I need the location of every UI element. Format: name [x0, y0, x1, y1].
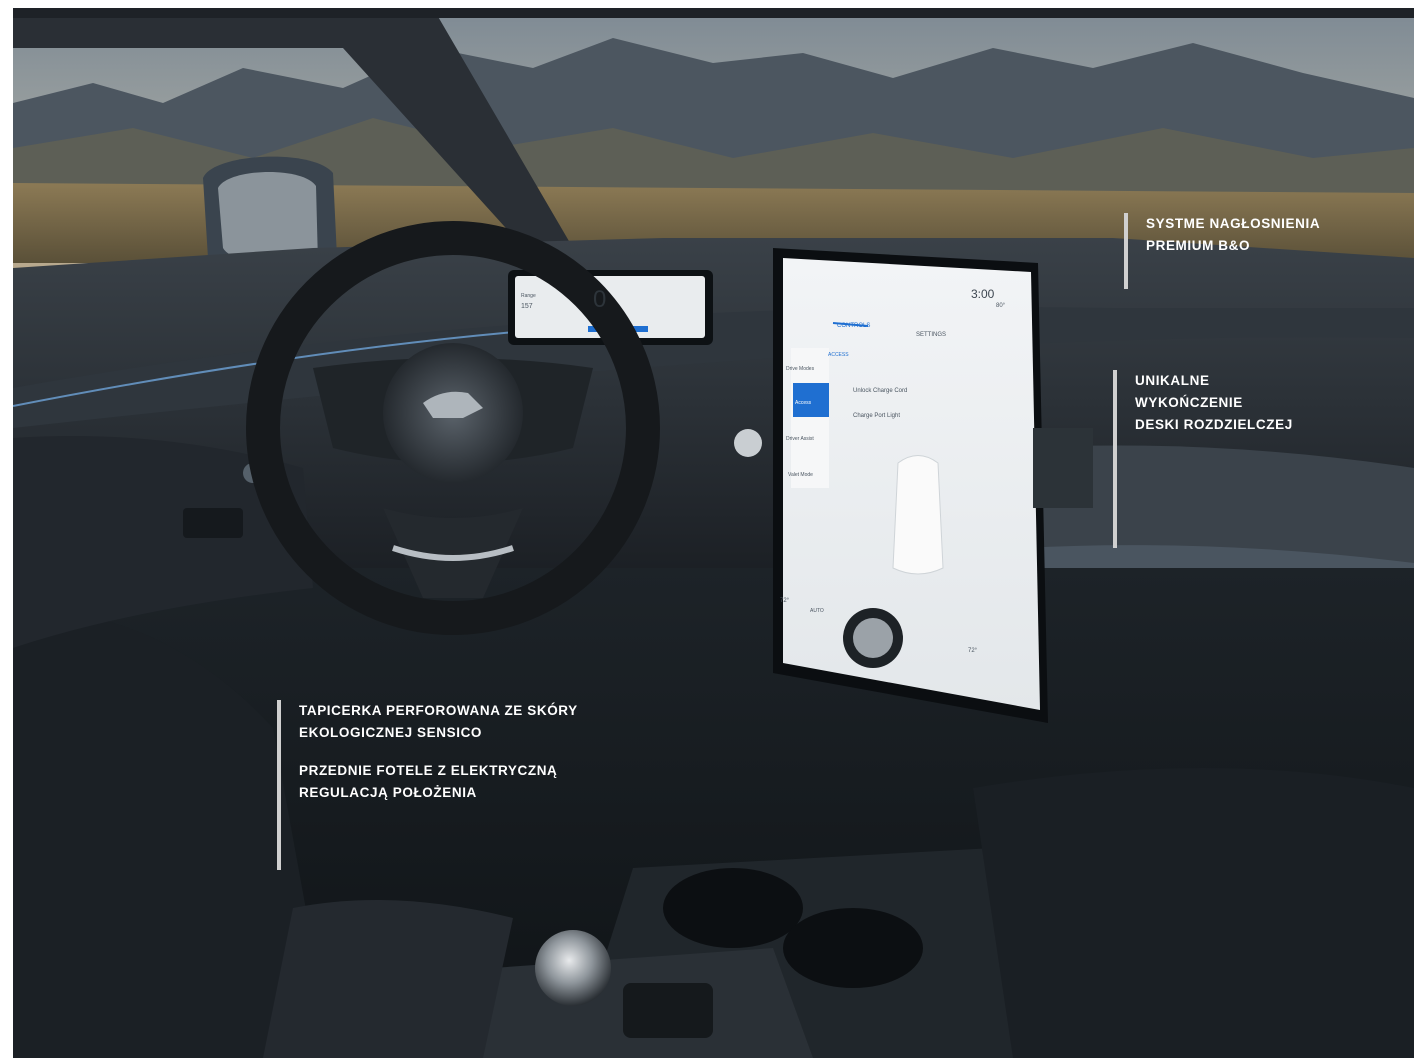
menu-drive-modes[interactable]: Drive Modes [786, 366, 814, 372]
right-temp: 72° [968, 648, 978, 654]
callout-audio-line2: PREMIUM B&O [1146, 238, 1251, 253]
cluster-speed: 0 [593, 286, 607, 313]
callout-seats-b1: PRZEDNIE FOTELE Z ELEKTRYCZNĄ [299, 763, 558, 778]
callout-bar [1113, 370, 1117, 548]
left-temp: 72° [780, 598, 790, 604]
cluster-range-label: Range [521, 293, 536, 299]
callout-seats-a2: EKOLOGICZNEJ SENSICO [299, 725, 483, 740]
menu-access[interactable]: Access [795, 400, 811, 406]
callout-bar [277, 700, 281, 870]
menu-driver-assist[interactable]: Driver Assist [786, 436, 814, 442]
cluster-range-value: 157 [521, 303, 533, 310]
menu-valet-mode[interactable]: Valet Mode [788, 472, 813, 478]
screen-time: 3:00 [971, 287, 995, 301]
callout-dash-line2: WYKOŃCZENIE [1135, 395, 1243, 410]
callout-dashboard-finish: UNIKALNE WYKOŃCZENIE DESKI ROZDZIELCZEJ [1113, 370, 1373, 550]
auto-label[interactable]: AUTO [810, 608, 824, 614]
callout-seats-a1: TAPICERKA PERFOROWANA ZE SKÓRY [299, 703, 578, 718]
callout-audio-system: SYSTME NAGŁOSNIENIA PREMIUM B&O [1124, 213, 1384, 289]
screen-temp-status: 80° [996, 303, 1006, 309]
callout-audio-line1: SYSTME NAGŁOSNIENIA [1146, 216, 1321, 231]
tab-controls[interactable]: CONTROLS [837, 323, 870, 329]
callout-dash-line1: UNIKALNE [1135, 373, 1210, 388]
callout-bar [1124, 213, 1128, 289]
callout-seats: TAPICERKA PERFOROWANA ZE SKÓRY EKOLOGICZ… [277, 700, 617, 880]
tab-settings[interactable]: SETTINGS [916, 332, 946, 338]
item-charge-port-light[interactable]: Charge Port Light [853, 413, 900, 419]
callout-dash-line3: DESKI ROZDZIELCZEJ [1135, 417, 1293, 432]
section-access: ACCESS [828, 352, 849, 358]
item-unlock-charge-cord[interactable]: Unlock Charge Cord [853, 388, 907, 394]
callout-seats-b2: REGULACJĄ POŁOŻENIA [299, 785, 477, 800]
